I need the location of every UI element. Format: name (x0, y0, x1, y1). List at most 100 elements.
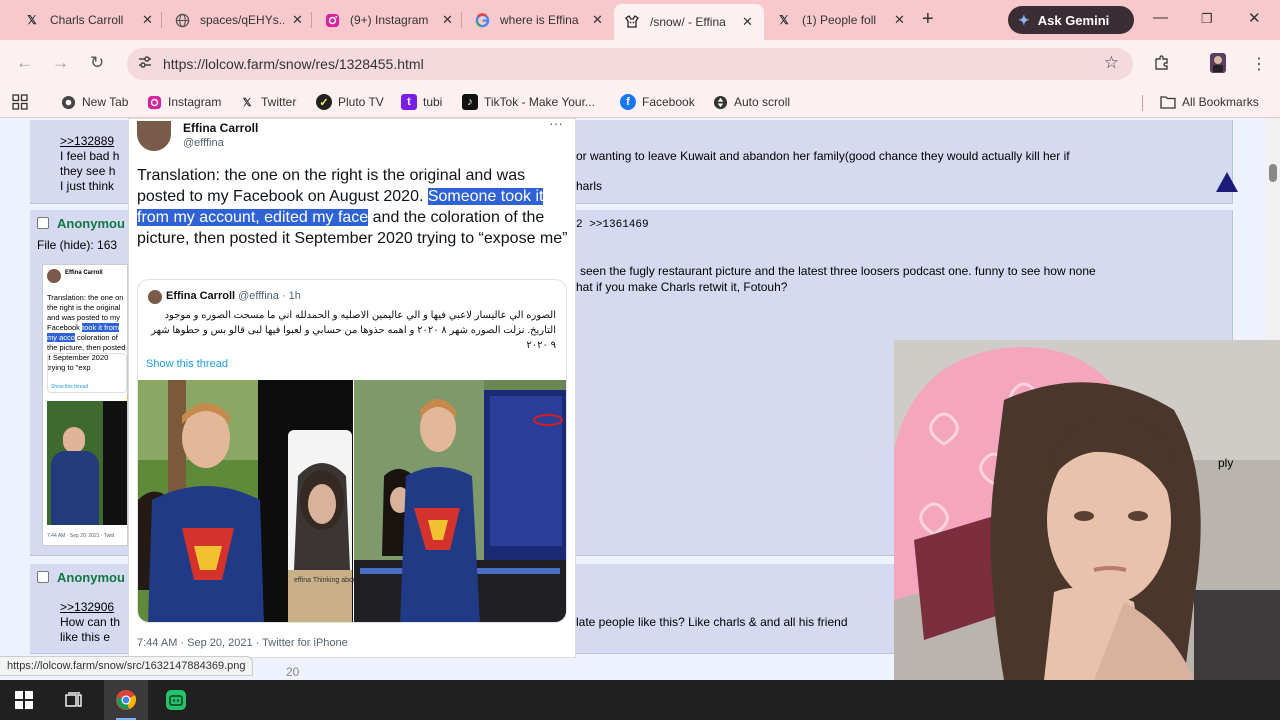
thumb-quote: Show this thread (47, 353, 127, 393)
post-text: or wanting to leave Kuwait and abandon h… (576, 149, 1070, 163)
tab-label: (1) People foll (802, 13, 877, 27)
post-text: they see h (60, 164, 116, 178)
quote-arabic-text: الصوره الي عاليسار لاعبي فيها و الي عالي… (151, 310, 556, 351)
url-text[interactable]: https://lolcow.farm/snow/res/1328455.htm… (163, 56, 424, 72)
restore-icon[interactable]: ❐ (1201, 11, 1213, 27)
quote-link[interactable]: >>132906 (60, 600, 114, 614)
bookmark-tiktok[interactable]: ♪ TikTok - Make Your... (462, 94, 595, 110)
profile-avatar[interactable] (1208, 52, 1228, 79)
bookmark-label: Instagram (168, 95, 222, 109)
bookmark-label: TikTok - Make Your... (484, 95, 595, 109)
tab-snow-active[interactable]: /snow/ - Effina ✕ (614, 4, 764, 40)
post-checkbox[interactable] (37, 571, 49, 583)
tab-separator (161, 12, 162, 28)
file-info: File (hide): 163 (37, 238, 118, 252)
apps-grid-icon[interactable] (12, 94, 28, 110)
x-logo-icon: 𝕏 (779, 13, 789, 27)
bookmark-instagram[interactable]: Instagram (146, 94, 221, 110)
tab-charls-carroll[interactable]: 𝕏 Charls Carroll ✕ (14, 5, 163, 35)
minimize-icon[interactable]: — (1153, 9, 1168, 26)
gemini-sparkle-icon: ✦ (1018, 11, 1030, 28)
author-name: Effina Carroll (183, 121, 259, 135)
windows-taskbar (0, 680, 1280, 720)
close-icon[interactable]: ✕ (592, 12, 603, 28)
back-arrow-icon[interactable]: ← (16, 53, 33, 73)
thumb-photo (47, 401, 127, 525)
poster-name: Anonymou (57, 570, 125, 585)
streaming-app-icon[interactable] (154, 680, 198, 720)
browser-toolbar: ← → ↻ https://lolcow.farm/snow/res/13284… (0, 40, 1280, 88)
tab-instagram[interactable]: (9+) Instagram ✕ (314, 5, 463, 35)
post-text: like this e (60, 630, 111, 644)
thumb-avatar (47, 269, 61, 283)
all-bookmarks-folder[interactable]: All Bookmarks (1160, 94, 1259, 110)
bookmarks-bar: New Tab Instagram 𝕏 Twitter ✓ Pluto TV t… (0, 88, 1280, 118)
bookmarks-separator (1142, 95, 1143, 111)
tab-spaces[interactable]: spaces/qEHYs... ✕ (164, 5, 313, 35)
instagram-icon (146, 94, 162, 110)
reply-link-fragment[interactable]: ply (1218, 456, 1233, 470)
backlinks[interactable]: 2 >>1361469 (576, 219, 649, 231)
reload-icon[interactable]: ↻ (90, 53, 104, 73)
tweet-photos: effina Thinking about Fotouh (138, 380, 566, 622)
auto-scroll-icon (712, 94, 728, 110)
ask-gemini-button[interactable]: ✦ Ask Gemini (1008, 6, 1134, 34)
post-text: I just think (60, 179, 115, 193)
bookmark-twitter[interactable]: 𝕏 Twitter (239, 94, 297, 110)
quote-link[interactable]: >>132889 (60, 134, 114, 148)
windows-start-icon[interactable] (2, 680, 46, 720)
post-image-thumbnail[interactable]: Effina Carroll Translation: the one on t… (42, 264, 128, 546)
show-thread-link: Show this thread (146, 358, 228, 370)
tab-separator (461, 12, 462, 28)
bookmark-label: Twitter (261, 95, 297, 109)
post-text: How can th (60, 615, 121, 629)
forward-arrow-icon[interactable]: → (52, 53, 69, 73)
close-icon[interactable]: ✕ (894, 12, 905, 28)
extensions-puzzle-icon[interactable] (1153, 54, 1171, 77)
bookmark-label: All Bookmarks (1182, 95, 1259, 109)
poster-name: Anonymou (57, 216, 125, 231)
author-avatar (137, 121, 171, 151)
facebook-icon: f (620, 94, 636, 110)
tab-label: where is Effina (500, 13, 579, 27)
bookmark-pluto-tv[interactable]: ✓ Pluto TV (316, 94, 384, 110)
chrome-taskbar-icon[interactable] (104, 680, 148, 720)
close-icon[interactable]: ✕ (142, 12, 153, 28)
tab-google-search[interactable]: where is Effina ✕ (464, 5, 613, 35)
scrollbar-thumb[interactable] (1269, 164, 1277, 182)
scroll-to-top-arrow-icon[interactable] (1216, 172, 1238, 192)
bookmark-label: Facebook (642, 95, 695, 109)
globe-icon (174, 12, 190, 28)
new-tab-button[interactable]: + (922, 8, 934, 31)
bookmark-facebook[interactable]: f Facebook (620, 94, 695, 110)
tweet-timestamp: 7:44 AM · Sep 20, 2021 · Twitter for iPh… (137, 637, 348, 649)
bookmark-new-tab[interactable]: New Tab (60, 94, 128, 110)
close-window-icon[interactable]: ✕ (1248, 9, 1261, 27)
streamer-video (894, 340, 1280, 680)
tab-label: /snow/ - Effina (650, 15, 726, 29)
close-icon[interactable]: ✕ (442, 12, 453, 28)
hide-link[interactable]: hide (64, 238, 87, 252)
address-bar[interactable]: https://lolcow.farm/snow/res/1328455.htm… (127, 48, 1133, 80)
kebab-menu-icon[interactable]: ⋮ (1251, 54, 1267, 74)
post-text: harls (576, 179, 603, 193)
tab-strip: 𝕏 Charls Carroll ✕ spaces/qEHYs... ✕ (9+… (0, 0, 1280, 40)
tab-people-following[interactable]: 𝕏 (1) People foll ✕ (766, 5, 915, 35)
bookmark-auto-scroll[interactable]: Auto scroll (712, 94, 790, 110)
tab-label: spaces/qEHYs... (200, 13, 284, 27)
post-number-fragment: 20 (286, 665, 300, 679)
bookmark-tubi[interactable]: t tubi (401, 94, 442, 110)
quote-author: Effina Carroll @efffina · 1h (166, 290, 301, 302)
bookmark-label: New Tab (82, 95, 129, 109)
tubi-icon: t (401, 94, 417, 110)
close-icon[interactable]: ✕ (292, 12, 303, 28)
bookmark-star-icon[interactable]: ☆ (1104, 53, 1119, 73)
x-logo-icon: 𝕏 (242, 96, 252, 109)
quoted-tweet: Effina Carroll @efffina · 1h الصوره الي … (137, 279, 567, 623)
chrome-icon (60, 94, 76, 110)
bookmark-label: tubi (423, 95, 443, 109)
close-icon[interactable]: ✕ (742, 14, 753, 30)
task-view-icon[interactable] (52, 680, 96, 720)
site-info-icon[interactable] (137, 54, 153, 73)
post-checkbox[interactable] (37, 217, 49, 229)
